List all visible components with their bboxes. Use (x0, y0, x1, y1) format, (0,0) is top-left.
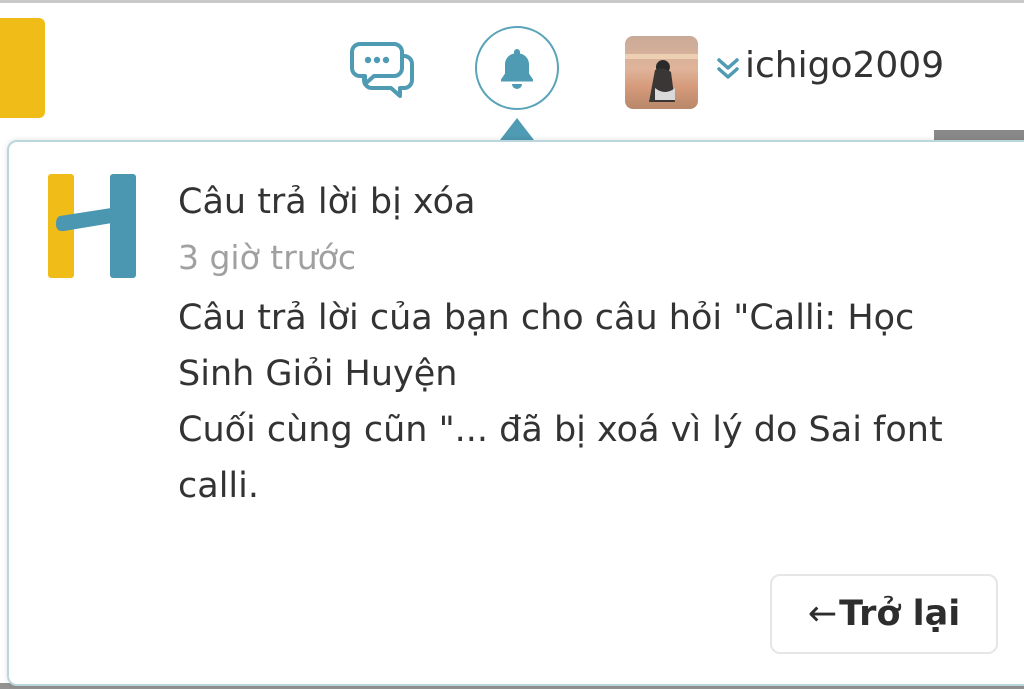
notification-message-line: Câu trả lời của bạn cho câu hỏi "Calli: … (178, 298, 915, 338)
double-chevron-down-icon (717, 58, 739, 79)
notification-timestamp: 3 giờ trước (178, 238, 357, 277)
hoc24-logo-icon (48, 174, 140, 278)
notification-message[interactable]: Câu trả lời của bạn cho câu hỏi "Calli: … (178, 290, 978, 514)
notification-message-line: calli. (178, 466, 259, 506)
back-button-label: Trở lại (839, 594, 961, 634)
left-arrow-icon: ← (807, 594, 838, 634)
notifications-button[interactable] (475, 26, 559, 110)
bell-icon (501, 49, 533, 89)
dropdown-pointer (500, 118, 534, 140)
back-button[interactable]: ← Trở lại (770, 574, 998, 654)
messages-button[interactable] (350, 40, 416, 98)
chat-bubbles-icon (350, 42, 414, 98)
notification-message-line: Cuối cùng cũn "... đã bị xoá vì lý do Sa… (178, 410, 943, 450)
site-logo-partial[interactable] (0, 18, 45, 118)
notification-title[interactable]: Câu trả lời bị xóa (178, 178, 475, 226)
account-menu-toggle[interactable] (716, 54, 740, 84)
notification-message-line: Sinh Giỏi Huyện (178, 354, 458, 394)
user-avatar[interactable] (625, 36, 698, 109)
username-label[interactable]: ichigo2009 (745, 44, 944, 88)
background-content-strip (934, 130, 1024, 140)
